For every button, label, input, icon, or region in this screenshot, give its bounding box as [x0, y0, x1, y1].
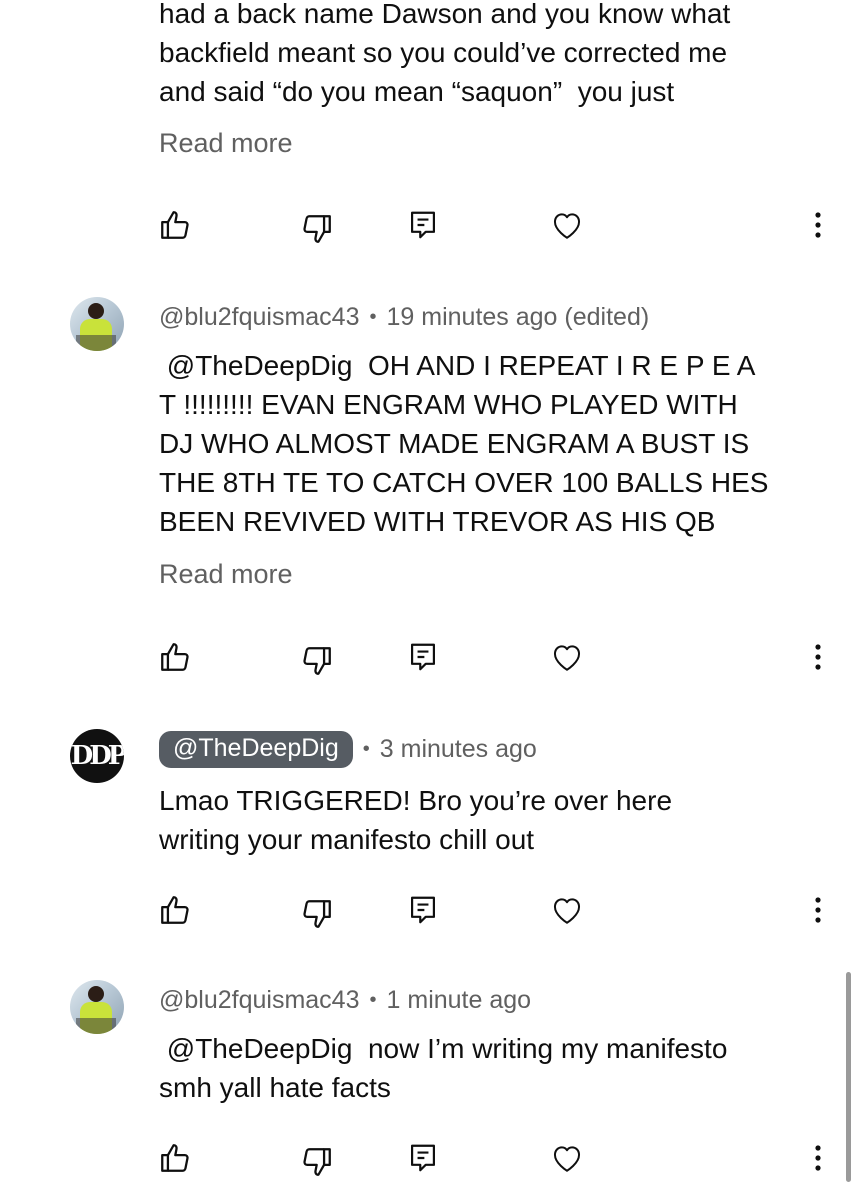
meta-separator: • [362, 738, 370, 760]
channel-logo: DDP [70, 741, 124, 771]
more-options-button[interactable] [806, 208, 840, 242]
read-more-link[interactable]: Read more [159, 559, 293, 590]
avatar[interactable] [70, 980, 124, 1034]
thumbs-down-icon [303, 215, 331, 243]
comment-time: 19 minutes ago (edited) [386, 303, 650, 331]
more-vertical-icon [815, 1145, 821, 1171]
reply-comment-icon [411, 896, 435, 924]
reply-button[interactable] [408, 640, 442, 674]
comment-text: @TheDeepDig OH AND I REPEAT I R E P E A … [159, 350, 769, 537]
like-button[interactable] [158, 640, 192, 674]
thumbs-down-icon [303, 647, 331, 675]
thumbs-up-icon [161, 1144, 189, 1172]
comment-text: had a back name Dawson and you know what… [159, 0, 731, 107]
comment-author[interactable]: @blu2fquismac43 [159, 303, 360, 332]
thumbs-up-icon [161, 211, 189, 239]
more-options-button[interactable] [806, 1141, 840, 1175]
heart-button[interactable] [550, 208, 584, 242]
thumbs-down-icon [303, 1148, 331, 1176]
read-more-link[interactable]: Read more [159, 128, 293, 159]
comment-meta: @TheDeepDig • 3 minutes ago [159, 731, 537, 768]
heart-button[interactable] [550, 1141, 584, 1175]
dislike-button[interactable] [300, 644, 334, 678]
dislike-button[interactable] [300, 897, 334, 931]
more-options-button[interactable] [806, 640, 840, 674]
thumbs-up-icon [161, 896, 189, 924]
thumbs-up-icon [161, 643, 189, 671]
reply-comment-icon [411, 211, 435, 239]
thumbs-down-icon [303, 900, 331, 928]
more-vertical-icon [815, 644, 821, 670]
like-button[interactable] [158, 208, 192, 242]
avatar[interactable] [70, 297, 124, 351]
more-options-button[interactable] [806, 893, 840, 927]
comment-time: 3 minutes ago [379, 735, 537, 763]
comment-actions [0, 640, 857, 680]
heart-icon [553, 645, 581, 671]
meta-separator: • [369, 989, 377, 1011]
heart-icon [553, 213, 581, 239]
comment-actions [0, 1141, 857, 1181]
meta-separator: • [369, 306, 377, 328]
heart-icon [553, 898, 581, 924]
heart-icon [553, 1146, 581, 1172]
heart-button[interactable] [550, 640, 584, 674]
comment-time: 1 minute ago [386, 986, 532, 1014]
dislike-button[interactable] [300, 212, 334, 246]
comment-actions [0, 208, 857, 248]
reply-button[interactable] [408, 893, 442, 927]
like-button[interactable] [158, 893, 192, 927]
more-vertical-icon [815, 897, 821, 923]
reply-comment-icon [411, 1144, 435, 1172]
comment-text: @TheDeepDig now I’m writing my manifesto… [159, 1033, 728, 1103]
comment-actions [0, 893, 857, 933]
reply-comment-icon [411, 643, 435, 671]
comment-author[interactable]: @blu2fquismac43 [159, 986, 360, 1015]
comment-text: Lmao TRIGGERED! Bro you’re over here wri… [159, 785, 673, 855]
scrollbar[interactable] [846, 972, 851, 1182]
like-button[interactable] [158, 1141, 192, 1175]
dislike-button[interactable] [300, 1145, 334, 1179]
heart-button[interactable] [550, 893, 584, 927]
comment-meta: @blu2fquismac43 • 1 minute ago [159, 986, 531, 1015]
reply-button[interactable] [408, 208, 442, 242]
more-vertical-icon [815, 212, 821, 238]
channel-avatar[interactable]: DDP [70, 729, 124, 783]
comment-meta: @blu2fquismac43 • 19 minutes ago (edited… [159, 303, 649, 332]
creator-handle-badge[interactable]: @TheDeepDig [159, 731, 353, 768]
reply-button[interactable] [408, 1141, 442, 1175]
